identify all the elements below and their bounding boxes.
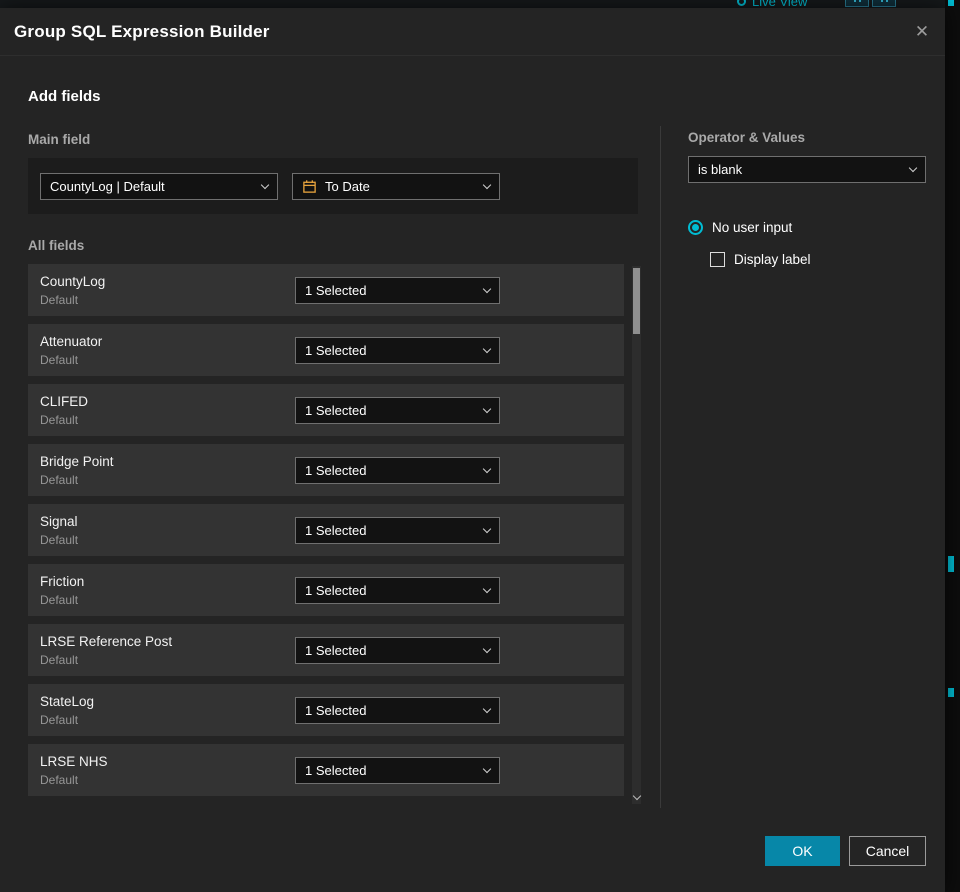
calendar-icon — [303, 179, 316, 193]
field-row-attenuator: Attenuator Default 1 Selected — [28, 324, 624, 376]
dropdown-value: is blank — [698, 162, 743, 177]
chevron-down-icon — [482, 464, 492, 474]
field-selected-dropdown[interactable]: 1 Selected — [295, 397, 500, 424]
background-toolbar-button — [872, 0, 896, 7]
dropdown-value: 1 Selected — [305, 523, 367, 538]
field-selected-dropdown[interactable]: 1 Selected — [295, 457, 500, 484]
operator-dropdown[interactable]: is blank — [688, 156, 926, 183]
dropdown-value: 1 Selected — [305, 763, 367, 778]
background-fragment — [948, 688, 954, 697]
live-dot-icon — [737, 0, 746, 6]
chevron-down-icon — [260, 180, 270, 189]
section-title-add-fields: Add fields — [28, 88, 101, 105]
chevron-down-icon — [482, 524, 492, 534]
checkbox-label: Display label — [734, 252, 811, 267]
chevron-down-icon — [482, 180, 492, 189]
live-view-label: Live View — [752, 0, 808, 8]
background-fragment — [948, 556, 954, 572]
display-label-checkbox[interactable]: Display label — [710, 252, 811, 267]
no-user-input-radio[interactable]: No user input — [688, 220, 792, 235]
scrollbar-thumb[interactable] — [633, 268, 640, 334]
main-field-dropdown[interactable]: CountyLog | Default — [40, 172, 278, 200]
field-selected-dropdown[interactable]: 1 Selected — [295, 517, 500, 544]
field-row-lrse-reference-post: LRSE Reference Post Default 1 Selected — [28, 624, 624, 676]
fields-list-scrollbar[interactable] — [632, 266, 641, 804]
main-field-value-dropdown[interactable]: To Date — [292, 172, 500, 200]
operator-values-label: Operator & Values — [688, 130, 806, 145]
dropdown-value: 1 Selected — [305, 283, 367, 298]
chevron-down-icon — [482, 584, 492, 594]
field-selected-dropdown[interactable]: 1 Selected — [295, 337, 500, 364]
dropdown-value: 1 Selected — [305, 703, 367, 718]
chevron-down-icon — [482, 344, 492, 354]
dialog-footer: OK Cancel — [765, 836, 926, 866]
close-icon[interactable]: ✕ — [909, 19, 935, 45]
field-row-lrse-nhs: LRSE NHS Default 1 Selected — [28, 744, 624, 796]
dialog-header: Group SQL Expression Builder ✕ — [0, 8, 945, 56]
background-fragment — [948, 0, 954, 6]
chevron-down-icon — [482, 404, 492, 414]
chevron-down-icon — [482, 764, 492, 774]
checkbox-unchecked-icon — [710, 252, 725, 267]
chevron-down-icon — [908, 163, 918, 173]
dropdown-value: 1 Selected — [305, 643, 367, 658]
dialog-title: Group SQL Expression Builder — [14, 21, 270, 41]
field-row-statelog: StateLog Default 1 Selected — [28, 684, 624, 736]
main-field-label: Main field — [28, 132, 91, 147]
all-fields-list: CountyLog Default 1 Selected Attenuator … — [28, 264, 624, 804]
field-row-countylog: CountyLog Default 1 Selected — [28, 264, 624, 316]
field-selected-dropdown[interactable]: 1 Selected — [295, 757, 500, 784]
radio-label: No user input — [712, 220, 793, 235]
chevron-down-icon — [482, 644, 492, 654]
all-fields-label: All fields — [28, 238, 85, 253]
group-sql-expression-builder-dialog: Group SQL Expression Builder ✕ Add field… — [0, 8, 945, 892]
field-row-bridge-point: Bridge Point Default 1 Selected — [28, 444, 624, 496]
field-row-clifed: CLIFED Default 1 Selected — [28, 384, 624, 436]
dropdown-value: CountyLog | Default — [50, 178, 165, 194]
dropdown-value: 1 Selected — [305, 343, 367, 358]
field-selected-dropdown[interactable]: 1 Selected — [295, 637, 500, 664]
main-field-panel: CountyLog | Default To Date — [28, 158, 638, 214]
scroll-down-arrow-icon[interactable] — [632, 791, 641, 801]
background-toolbar-button — [845, 0, 869, 7]
dropdown-value: 1 Selected — [305, 463, 367, 478]
cancel-button[interactable]: Cancel — [849, 836, 926, 866]
dropdown-value: 1 Selected — [305, 403, 367, 418]
background-right-strip — [945, 0, 960, 892]
field-selected-dropdown[interactable]: 1 Selected — [295, 577, 500, 604]
background-app-strip: Live View — [0, 0, 960, 8]
dropdown-value: To Date — [325, 178, 370, 194]
field-row-signal: Signal Default 1 Selected — [28, 504, 624, 556]
radio-selected-icon — [688, 220, 703, 235]
field-selected-dropdown[interactable]: 1 Selected — [295, 697, 500, 724]
field-selected-dropdown[interactable]: 1 Selected — [295, 277, 500, 304]
ok-button[interactable]: OK — [765, 836, 840, 866]
chevron-down-icon — [482, 284, 492, 294]
column-divider — [660, 126, 661, 808]
chevron-down-icon — [482, 704, 492, 714]
field-row-friction: Friction Default 1 Selected — [28, 564, 624, 616]
dropdown-value: 1 Selected — [305, 583, 367, 598]
live-view-indicator: Live View — [737, 0, 807, 8]
